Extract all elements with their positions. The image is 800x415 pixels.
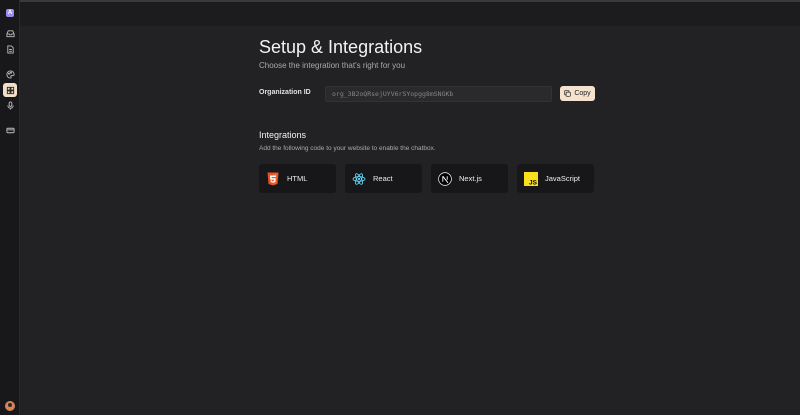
sidebar-item-integrations[interactable] [3,83,17,97]
palette-icon [5,69,15,79]
sidebar-item-appearance[interactable] [3,67,17,81]
javascript-icon: JS [524,171,538,186]
integration-card-react[interactable]: React [345,164,422,193]
integrations-description: Add the following code to your website t… [259,145,436,152]
copy-button[interactable]: Copy [560,86,595,101]
svg-text:JS: JS [529,179,538,186]
card-icon [5,127,15,133]
page-subtitle: Choose the integration that's right for … [259,61,406,70]
document-icon [6,44,14,54]
app-window: A Setup & Integrations Choose the integr… [0,0,800,415]
integration-card-label: JavaScript [545,174,581,183]
html5-icon [266,172,280,186]
nextjs-icon [438,171,452,186]
sidebar: A [0,0,20,415]
integration-card-html[interactable]: HTML [259,164,336,193]
grid-icon [6,86,14,94]
page-title: Setup & Integrations [259,37,423,57]
integration-card-javascript[interactable]: JS JavaScript [517,164,594,193]
organization-id-label: Organization ID [259,89,311,96]
sidebar-item-inbox[interactable] [3,26,17,40]
organization-id-field[interactable]: org_3B2oQRsejUYV6rSYopgg8mSNGKb [325,86,552,102]
integration-card-label: Next.js [459,174,482,183]
microphone-icon [6,100,14,110]
react-icon [352,172,366,186]
inbox-icon [5,29,15,37]
user-avatar[interactable] [5,401,15,411]
workspace-logo[interactable]: A [3,6,17,20]
logo-letter: A [6,9,14,17]
sidebar-item-voice[interactable] [3,98,17,112]
sidebar-item-documents[interactable] [3,42,17,56]
top-bar [20,0,800,26]
copy-icon [564,90,571,97]
integration-card-label: React [373,174,393,183]
integrations-title: Integrations [259,130,307,140]
sidebar-item-billing[interactable] [3,123,17,137]
integration-card-nextjs[interactable]: Next.js [431,164,508,193]
copy-button-label: Copy [574,90,591,97]
integration-cards: HTML React Next.js JS JavaScript [259,164,595,193]
integration-card-label: HTML [287,174,308,183]
